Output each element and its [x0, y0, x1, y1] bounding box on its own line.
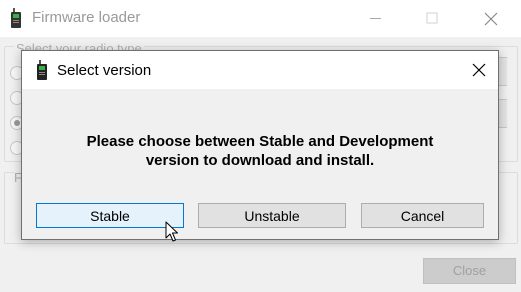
mouse-pointer-icon [165, 221, 179, 243]
dialog-message-line-2: version to download and install. [145, 152, 375, 169]
cancel-button[interactable]: Cancel [361, 203, 484, 228]
dialog-message-line-1: Please choose between Stable and Develop… [86, 133, 434, 150]
dialog-close-button[interactable] [460, 51, 498, 89]
close-icon [484, 12, 498, 26]
minimize-button[interactable] [354, 0, 400, 37]
radio-handset-icon [35, 60, 49, 80]
main-titlebar: Firmware loader [0, 0, 521, 37]
radio-type-group-label: Select your radio type [14, 43, 144, 50]
stable-button[interactable]: Stable [36, 203, 184, 228]
radio-handset-icon [9, 8, 23, 28]
dialog-titlebar: Select version [22, 51, 498, 89]
maximize-icon [426, 12, 438, 24]
minimize-icon [370, 18, 381, 19]
dialog-title: Select version [57, 62, 152, 79]
dialog-message: Please choose between Stable and Develop… [22, 132, 498, 170]
close-icon [472, 63, 486, 77]
maximize-button[interactable] [410, 0, 456, 37]
close-button[interactable]: Close [423, 258, 516, 284]
main-window-title: Firmware loader [32, 9, 141, 26]
select-version-dialog: Select version Please choose between Sta… [21, 50, 499, 240]
unstable-button[interactable]: Unstable [198, 203, 346, 228]
main-close-button[interactable] [468, 0, 514, 37]
